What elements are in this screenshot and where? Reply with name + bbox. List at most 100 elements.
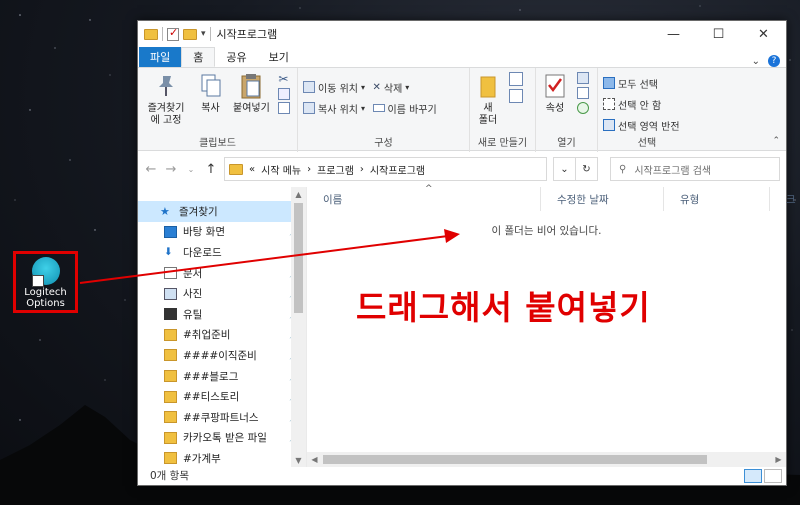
select-all-button[interactable]: 모두 선택 bbox=[603, 74, 680, 92]
sidebar-item[interactable]: ##쿠팡파트너스📌 bbox=[138, 407, 303, 428]
address-dropdown-icon[interactable]: ⌄ bbox=[553, 158, 575, 180]
breadcrumb-overflow[interactable]: « bbox=[249, 164, 255, 175]
breadcrumb-start-menu[interactable]: 시작 메뉴 bbox=[261, 162, 301, 177]
sidebar-item[interactable]: ★ 즐겨찾기 bbox=[138, 201, 303, 222]
shortcut-label-line1: Logitech bbox=[24, 287, 67, 298]
edit-icon[interactable] bbox=[576, 87, 589, 99]
sidebar-item[interactable]: 카카오톡 받은 파일📌 bbox=[138, 428, 303, 449]
paste-label: 붙여넣기 bbox=[233, 103, 270, 114]
paste-icon bbox=[238, 72, 264, 100]
invert-selection-icon bbox=[603, 119, 615, 131]
close-button[interactable]: ✕ bbox=[741, 21, 786, 47]
refresh-icon[interactable]: ↻ bbox=[575, 158, 597, 180]
maximize-button[interactable]: ☐ bbox=[696, 21, 741, 47]
new-folder-button[interactable]: 새 폴더 bbox=[473, 72, 503, 127]
invert-selection-button[interactable]: 선택 영역 반전 bbox=[603, 116, 680, 134]
folder-icon bbox=[164, 431, 177, 444]
ribbon: 즐겨찾기에 고정 복사 붙여넣기 ✂ 클립보드 이동 위치 ▾ 복사 위치 ▾ … bbox=[138, 67, 786, 152]
up-arrow-icon[interactable]: ↑ bbox=[204, 162, 218, 177]
sidebar-item-label: ##티스토리 bbox=[183, 391, 240, 404]
pin-icon bbox=[153, 72, 179, 100]
horizontal-scrollbar[interactable]: ◀ ▶ bbox=[307, 452, 786, 467]
tab-home[interactable]: 홈 bbox=[181, 47, 216, 67]
chevron-down-icon[interactable]: ⌄ bbox=[752, 56, 760, 67]
sidebar-item[interactable]: ####이직준비📌 bbox=[138, 345, 303, 366]
sidebar-item[interactable]: 바탕 화면📌 bbox=[138, 222, 303, 243]
sidebar-item[interactable]: ⬇다운로드📌 bbox=[138, 242, 303, 263]
minimize-button[interactable]: — bbox=[651, 21, 696, 47]
scroll-left-icon[interactable]: ◀ bbox=[307, 452, 322, 467]
move-to-button[interactable]: 이동 위치 ▾ bbox=[303, 78, 365, 96]
annotation-text: 드래그해서 붙여넣기 bbox=[356, 288, 651, 327]
move-to-icon bbox=[303, 81, 315, 93]
breadcrumb-separator[interactable]: › bbox=[360, 164, 364, 175]
select-none-icon bbox=[603, 98, 615, 110]
copy-button[interactable]: 복사 bbox=[195, 72, 227, 115]
forward-arrow-icon[interactable]: → bbox=[164, 162, 178, 177]
recent-dropdown-icon[interactable]: ⌄ bbox=[184, 165, 198, 174]
copy-to-button[interactable]: 복사 위치 ▾ bbox=[303, 99, 365, 117]
copy-path-icon[interactable] bbox=[278, 88, 291, 100]
paste-button[interactable]: 붙여넣기 bbox=[230, 72, 273, 115]
nav-scrollbar[interactable]: ▲ ▼ bbox=[291, 187, 306, 467]
address-bar[interactable]: « 시작 메뉴 › 프로그램 › 시작프로그램 bbox=[224, 157, 547, 181]
new-item-icon[interactable] bbox=[508, 72, 523, 86]
logitech-options-shortcut[interactable]: Logitech Options bbox=[13, 251, 78, 313]
empty-folder-message: 이 폴더는 비어 있습니다. bbox=[491, 225, 602, 237]
properties-icon bbox=[542, 72, 568, 100]
column-type[interactable]: 유형 bbox=[664, 187, 770, 211]
folder-icon bbox=[164, 411, 177, 424]
sidebar-item[interactable]: ##티스토리📌 bbox=[138, 386, 303, 407]
column-name[interactable]: 이름 bbox=[307, 187, 541, 211]
open-icon[interactable] bbox=[576, 72, 589, 84]
select-group: 모두 선택 선택 안 함 선택 영역 반전 선택 bbox=[598, 68, 696, 152]
scroll-right-icon[interactable]: ▶ bbox=[771, 452, 786, 467]
breadcrumb-separator[interactable]: › bbox=[307, 164, 311, 175]
scroll-thumb[interactable] bbox=[294, 203, 303, 313]
scroll-up-icon[interactable]: ▲ bbox=[291, 187, 306, 201]
breadcrumb-programs[interactable]: 프로그램 bbox=[317, 162, 354, 177]
select-none-button[interactable]: 선택 안 함 bbox=[603, 95, 680, 113]
properties-quick-icon[interactable] bbox=[167, 26, 179, 41]
tab-file[interactable]: 파일 bbox=[139, 47, 182, 67]
divider bbox=[209, 27, 211, 41]
details-view-button[interactable] bbox=[744, 468, 762, 483]
address-bar-row: ← → ⌄ ↑ « 시작 메뉴 › 프로그램 › 시작프로그램 ⌄ ↻ ⚲ 시작… bbox=[138, 151, 786, 187]
column-date-modified[interactable]: 수정한 날짜 bbox=[541, 187, 664, 211]
title-bar[interactable]: ▾ 시작프로그램 — ☐ ✕ bbox=[138, 21, 786, 47]
search-input[interactable]: ⚲ 시작프로그램 검색 bbox=[610, 157, 780, 181]
easy-access-icon[interactable] bbox=[508, 89, 523, 103]
rename-label: 이름 바꾸기 bbox=[387, 104, 437, 116]
scroll-down-icon[interactable]: ▼ bbox=[291, 453, 306, 467]
sidebar-item[interactable]: 사진📌 bbox=[138, 283, 303, 304]
sidebar-item-label: 다운로드 bbox=[183, 246, 222, 259]
tab-view[interactable]: 보기 bbox=[258, 47, 300, 67]
column-size[interactable]: 크 bbox=[770, 187, 796, 211]
paste-shortcut-icon[interactable] bbox=[278, 102, 291, 114]
pin-label: 즐겨찾기에 고정 bbox=[147, 103, 185, 126]
large-icons-view-button[interactable] bbox=[764, 468, 782, 483]
sidebar-item[interactable]: 문서📌 bbox=[138, 263, 303, 284]
customize-dropdown-icon[interactable]: ▾ bbox=[201, 29, 206, 39]
new-group: 새 폴더 새로 만들기 bbox=[470, 68, 536, 152]
sidebar-item[interactable]: 유틸📌 bbox=[138, 304, 303, 325]
rename-button[interactable]: 이름 바꾸기 bbox=[372, 99, 437, 117]
tab-share[interactable]: 공유 bbox=[215, 47, 257, 67]
help-icon[interactable]: ? bbox=[768, 55, 780, 67]
properties-button[interactable]: 속성 bbox=[539, 72, 571, 115]
collapse-ribbon-icon[interactable]: ⌃ bbox=[772, 136, 780, 146]
delete-button[interactable]: ✕ 삭제 ▾ bbox=[373, 78, 437, 96]
new-folder-quick-icon[interactable] bbox=[183, 28, 197, 40]
pin-to-quick-access-button[interactable]: 즐겨찾기에 고정 bbox=[141, 72, 191, 127]
navigation-pane: ★즐겨찾기바탕 화면📌⬇다운로드📌문서📌사진📌유틸📌#취업준비📌####이직준비… bbox=[138, 187, 307, 467]
document-icon bbox=[164, 267, 177, 280]
sidebar-item[interactable]: #취업준비📌 bbox=[138, 325, 303, 346]
scroll-thumb[interactable] bbox=[323, 455, 707, 464]
status-bar: 0개 항목 bbox=[138, 466, 786, 485]
sidebar-item[interactable]: ###블로그📌 bbox=[138, 366, 303, 387]
history-icon[interactable] bbox=[576, 102, 589, 114]
cut-icon[interactable]: ✂ bbox=[278, 72, 290, 86]
back-arrow-icon[interactable]: ← bbox=[144, 162, 158, 177]
breadcrumb-startup[interactable]: 시작프로그램 bbox=[370, 162, 425, 177]
organize-group-label: 구성 bbox=[374, 138, 393, 149]
